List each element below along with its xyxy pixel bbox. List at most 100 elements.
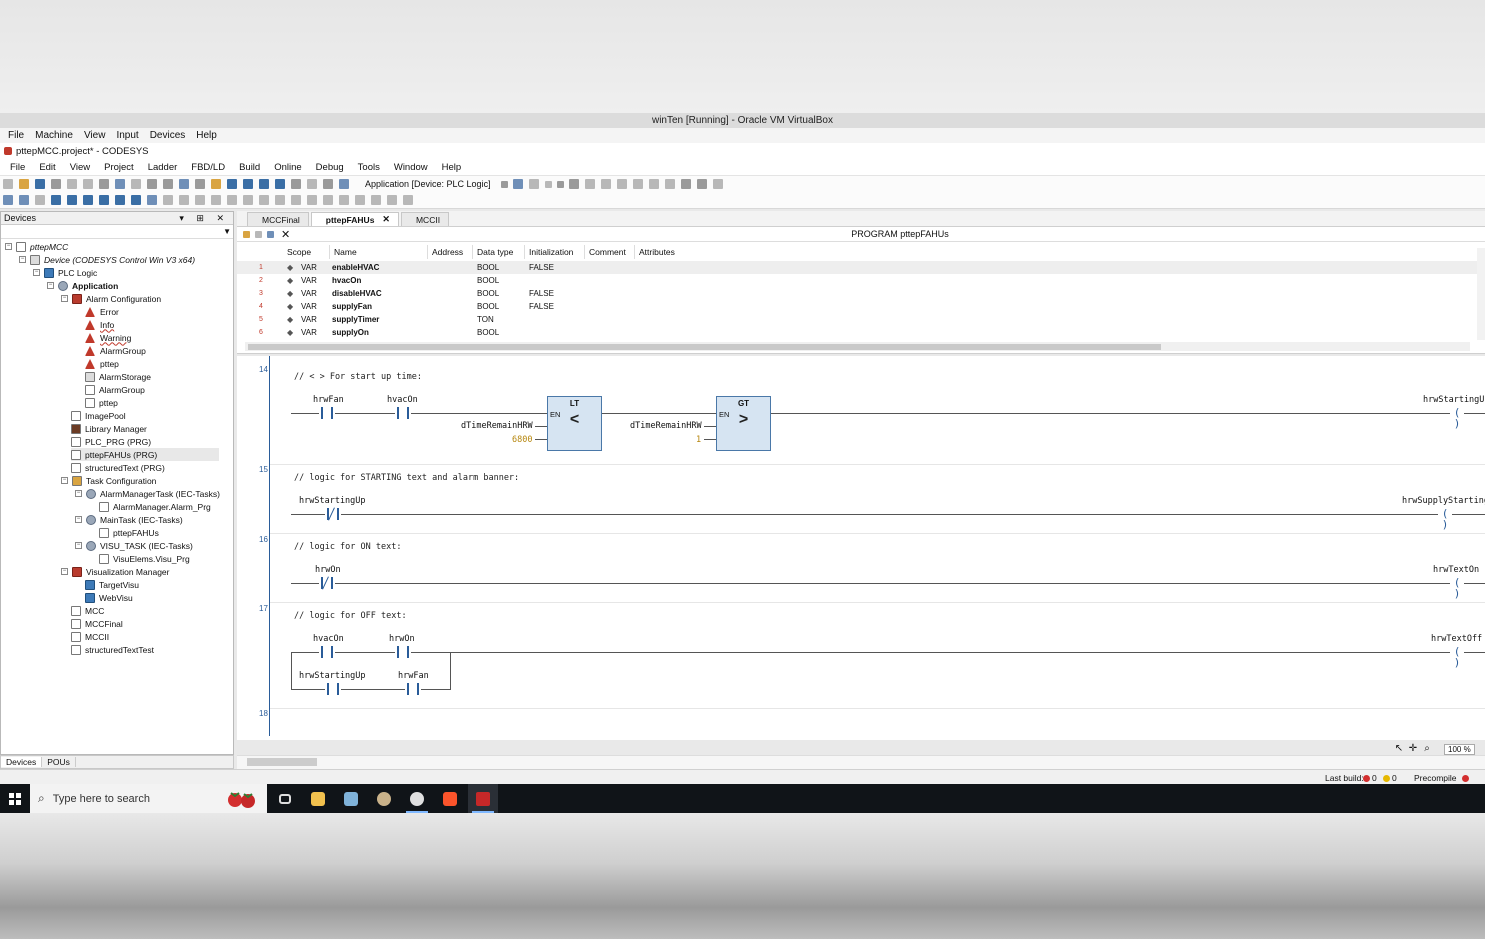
step-out-icon[interactable] [616,179,627,189]
scrollbar-thumb[interactable] [248,344,1161,350]
tree-task-configuration[interactable]: − Task Configuration [61,474,156,487]
login-icon[interactable] [512,179,523,189]
close-icon[interactable]: ✕ [382,214,390,225]
insert-negated-contact-icon[interactable] [67,195,77,205]
menu-fbd-ld[interactable]: FBD/LD [191,162,225,173]
insert-return-icon[interactable] [243,195,253,205]
insert-branch-below-icon[interactable] [291,195,301,205]
rebuild-icon[interactable] [307,179,317,189]
tree-visu-prg[interactable]: VisuElems.Visu_Prg [99,552,190,565]
table-row[interactable]: 1 ◆ VAR enableHVAC BOOL FALSE [237,261,1477,274]
open-folder-icon[interactable] [19,179,29,189]
menu-build[interactable]: Build [239,162,260,173]
build-icon[interactable] [291,179,301,189]
negated-contact[interactable] [325,507,341,521]
remove-unused-pins-icon[interactable] [403,195,413,205]
edge-detection-icon[interactable] [355,195,365,205]
taskbar-search[interactable]: ⌕ Type here to search [30,784,267,813]
auto-declare-icon[interactable] [243,230,250,238]
chevron-down-icon[interactable]: ▼ [223,227,231,236]
vbox-menu-devices[interactable]: Devices [150,130,186,141]
insert-assignment-icon[interactable] [195,195,205,205]
tab-mccfinal[interactable]: MCCFinal [247,212,309,226]
force-values-icon[interactable] [696,179,707,189]
tree-pttepfahus[interactable]: pttepFAHUs (PRG) [71,448,219,461]
lt-function-block[interactable]: LT EN < [547,396,602,451]
tree-pttep-2[interactable]: pttep [85,396,118,409]
tree-info[interactable]: Info [85,318,114,331]
cut-icon[interactable] [99,179,109,189]
paste-icon[interactable] [131,179,141,189]
tree-maintask[interactable]: − MainTask (IEC-Tasks) [75,513,183,526]
delete-variable-icon[interactable]: ✕ [281,228,290,241]
reset-icon[interactable] [568,179,579,189]
panel-controls[interactable]: ▾ ⊞ ✕ [179,213,229,224]
tree-alarmgroup-1[interactable]: AlarmGroup [85,344,146,357]
print-icon[interactable] [51,179,61,189]
tree-mcc[interactable]: MCC [71,604,104,617]
col-attributes[interactable]: Attributes [635,245,695,259]
table-row[interactable]: 6 ◆ VAR supplyOn BOOL [237,326,1477,339]
tree-mccfinal[interactable]: MCCFinal [71,617,123,630]
tree-structuredtext[interactable]: structuredText (PRG) [71,461,165,474]
codesys-taskbar-button[interactable] [402,784,432,813]
insert-network-icon[interactable] [3,195,13,205]
tree-visu-task[interactable]: − VISU_TASK (IEC-Tasks) [75,539,193,552]
collapse-icon[interactable]: − [75,542,82,549]
col-initialization[interactable]: Initialization [525,245,585,259]
collapse-icon[interactable]: − [33,269,40,276]
active-application-combo[interactable]: Application [Device: PLC Logic] [361,178,495,191]
coil[interactable]: ( ) [1438,508,1452,530]
menu-view[interactable]: View [70,162,90,173]
tree-application[interactable]: − Application [47,279,118,292]
tree-structuredtexttest[interactable]: structuredTextTest [71,643,154,656]
tree-alarm-configuration[interactable]: − Alarm Configuration [61,292,161,305]
step-into-icon[interactable] [600,179,611,189]
insert-parallel-contact-icon[interactable] [83,195,93,205]
tree-alarmstorage[interactable]: AlarmStorage [85,370,151,383]
vbox-menu-help[interactable]: Help [196,130,217,141]
coil[interactable]: ( ) [1450,407,1464,429]
stop-icon[interactable] [556,180,564,188]
contact[interactable] [325,683,341,695]
undo-icon[interactable] [67,179,77,189]
combo-dropdown-icon[interactable] [500,180,508,188]
menu-online[interactable]: Online [274,162,301,173]
tab-devices[interactable]: Devices [1,757,43,767]
find-icon[interactable] [163,179,173,189]
rung-comment[interactable]: // logic for OFF text: [294,611,407,621]
menu-file[interactable]: File [10,162,25,173]
collapse-icon[interactable]: − [75,516,82,523]
coil[interactable]: ( ) [1450,646,1464,668]
vbox-menu-file[interactable]: File [8,130,24,141]
collapse-icon[interactable]: − [61,568,68,575]
insert-set-coil-icon[interactable] [115,195,125,205]
run-to-cursor-icon[interactable] [648,179,659,189]
notepad-button[interactable] [336,784,366,813]
insert-reset-coil-icon[interactable] [131,195,141,205]
insert-branch-icon[interactable] [275,195,285,205]
insert-contact-icon[interactable] [51,195,61,205]
previous-bookmark-icon[interactable] [259,179,269,189]
table-row[interactable]: 3 ◆ VAR disableHVAC BOOL FALSE [237,287,1477,300]
tree-mccii[interactable]: MCCII [71,630,109,643]
toggle-network-comment-icon[interactable] [35,195,45,205]
set-branch-end-icon[interactable] [323,195,333,205]
tree-imagepool[interactable]: ImagePool [71,409,126,422]
vbox-menu-input[interactable]: Input [116,130,138,141]
devices-tree-selector[interactable]: ▼ [1,225,233,239]
tree-root[interactable]: − pttepMCC [5,240,68,253]
set-branch-start-icon[interactable] [307,195,317,205]
insert-empty-box-icon[interactable] [179,195,189,205]
breakpoint-icon[interactable] [632,179,643,189]
move-down-icon[interactable] [267,230,274,238]
find-in-project-icon[interactable] [211,179,221,189]
task-view-button[interactable] [270,784,300,813]
tree-error[interactable]: Error [85,305,119,318]
insert-box-en-icon[interactable] [163,195,173,205]
tree-plc-prg[interactable]: PLC_PRG (PRG) [71,435,151,448]
tree-pttep-1[interactable]: pttep [85,357,119,370]
tree-targetvisu[interactable]: TargetVisu [85,578,139,591]
insert-jump-icon[interactable] [211,195,221,205]
zoom-tool-icon[interactable]: ⌕ [1422,744,1432,754]
